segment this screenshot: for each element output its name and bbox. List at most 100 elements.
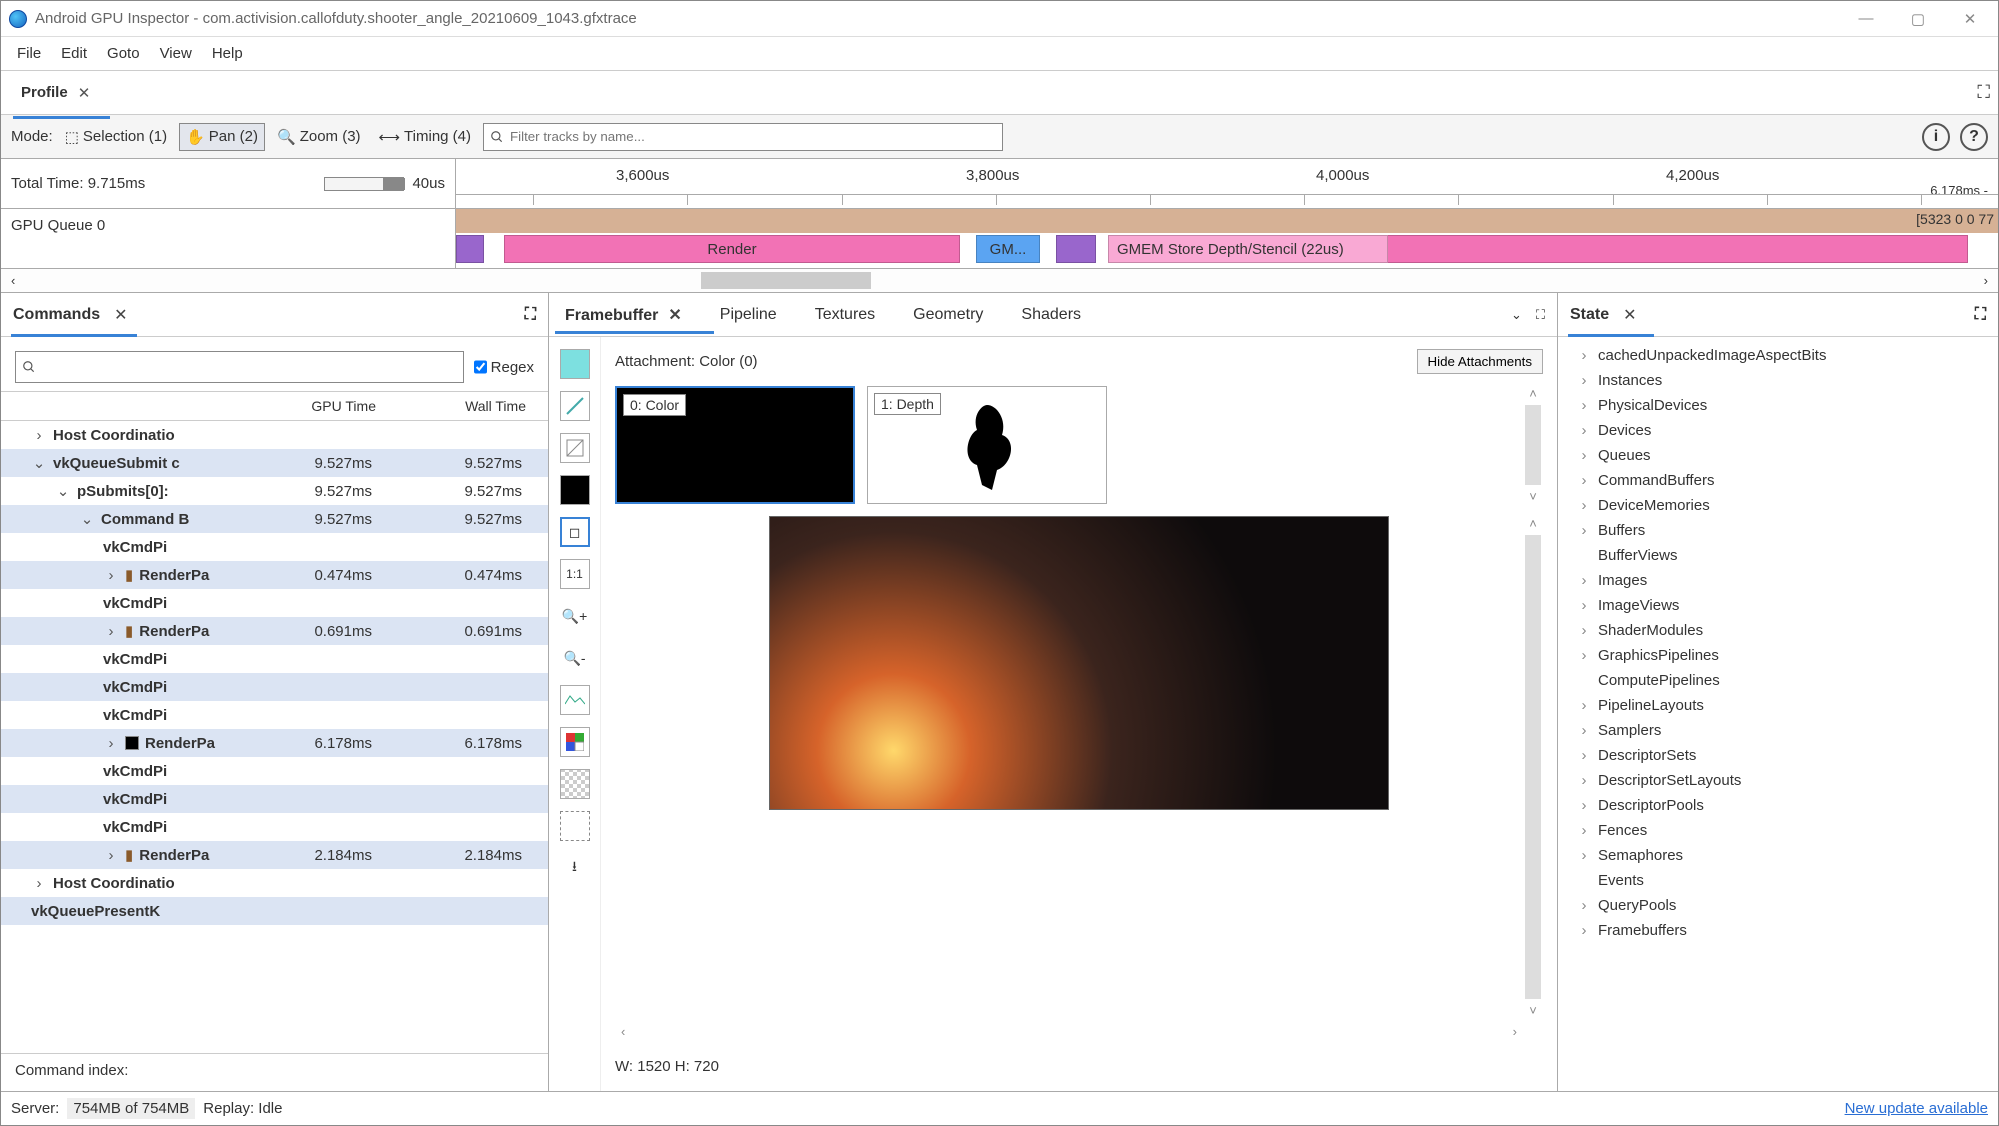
chevron-icon[interactable]: › bbox=[103, 623, 119, 640]
block-store[interactable]: GMEM Store Depth/Stencil (22us) bbox=[1108, 235, 1388, 263]
table-row[interactable]: ›▮RenderPa0.474ms0.474ms bbox=[1, 561, 548, 589]
mode-pan[interactable]: ✋Pan (2) bbox=[179, 123, 265, 151]
tool-black-icon[interactable] bbox=[560, 475, 590, 505]
help-icon[interactable]: ? bbox=[1960, 123, 1988, 151]
block-gm[interactable]: GM... bbox=[976, 235, 1040, 263]
mode-selection[interactable]: ⬚Selection (1) bbox=[59, 124, 173, 150]
commands-search-input[interactable] bbox=[15, 351, 464, 383]
fullscreen-icon[interactable]: ⛶ bbox=[1977, 82, 1990, 103]
commands-tree[interactable]: ›Host Coordinatio ⌄vkQueueSubmit c9.527ms… bbox=[1, 421, 548, 925]
state-item[interactable]: BufferViews bbox=[1564, 543, 1990, 568]
tab-shaders[interactable]: Shaders bbox=[1017, 298, 1085, 332]
mode-timing[interactable]: ⟷Timing (4) bbox=[373, 124, 477, 150]
table-row[interactable]: vkQueuePresentK bbox=[1, 897, 548, 925]
block-render[interactable]: Render bbox=[504, 235, 960, 263]
table-row[interactable]: vkCmdPi bbox=[1, 533, 548, 561]
menu-goto[interactable]: Goto bbox=[97, 41, 150, 66]
mode-zoom[interactable]: 🔍Zoom (3) bbox=[271, 124, 367, 150]
tab-profile[interactable]: Profile ✕ bbox=[9, 76, 102, 110]
update-available-link[interactable]: New update available bbox=[1845, 1100, 1988, 1117]
tool-zoom-out-icon[interactable]: 🔍- bbox=[560, 643, 590, 673]
chevron-icon[interactable]: ⌄ bbox=[55, 482, 71, 500]
table-row[interactable]: vkCmdPi bbox=[1, 645, 548, 673]
thumbs-v-scrollbar[interactable]: ˄˅ bbox=[1523, 386, 1543, 504]
state-item[interactable]: ›cachedUnpackedImageAspectBits bbox=[1564, 343, 1990, 368]
tab-geometry[interactable]: Geometry bbox=[909, 298, 987, 332]
state-item[interactable]: ›Buffers bbox=[1564, 518, 1990, 543]
table-row[interactable]: vkCmdPi bbox=[1, 673, 548, 701]
chevron-down-icon[interactable]: ⌄ bbox=[1511, 307, 1522, 323]
state-item[interactable]: ›GraphicsPipelines bbox=[1564, 643, 1990, 668]
table-row[interactable]: ⌄vkQueueSubmit c9.527ms9.527ms bbox=[1, 449, 548, 477]
tool-diag-icon[interactable] bbox=[560, 391, 590, 421]
tool-overlay-icon[interactable] bbox=[560, 433, 590, 463]
table-row[interactable]: ›Host Coordinatio bbox=[1, 869, 548, 897]
regex-checkbox[interactable]: Regex bbox=[474, 351, 534, 383]
table-row[interactable]: vkCmdPi bbox=[1, 813, 548, 841]
chevron-icon[interactable]: ⌄ bbox=[79, 510, 95, 528]
state-item[interactable]: ›Framebuffers bbox=[1564, 918, 1990, 943]
state-item[interactable]: ›ShaderModules bbox=[1564, 618, 1990, 643]
state-item[interactable]: ›PipelineLayouts bbox=[1564, 693, 1990, 718]
maximize-icon[interactable]: ▢ bbox=[1906, 7, 1930, 31]
framebuffer-preview[interactable]: ˄˅ ‹› bbox=[615, 516, 1543, 1042]
thumb-color[interactable]: 0: Color bbox=[615, 386, 855, 504]
chevron-icon[interactable]: › bbox=[31, 875, 47, 892]
minimize-icon[interactable]: — bbox=[1854, 7, 1878, 31]
filter-tracks-input[interactable] bbox=[483, 123, 1003, 151]
tab-pipeline[interactable]: Pipeline bbox=[716, 298, 781, 332]
minimap[interactable] bbox=[324, 177, 404, 191]
state-item[interactable]: ›Images bbox=[1564, 568, 1990, 593]
state-item[interactable]: ›Semaphores bbox=[1564, 843, 1990, 868]
state-item[interactable]: Events bbox=[1564, 868, 1990, 893]
menu-help[interactable]: Help bbox=[202, 41, 253, 66]
table-row[interactable]: vkCmdPi bbox=[1, 757, 548, 785]
state-item[interactable]: ›Queues bbox=[1564, 443, 1990, 468]
tool-zoom-in-icon[interactable]: 🔍+ bbox=[560, 601, 590, 631]
timeline-h-scrollbar[interactable]: ‹ › bbox=[1, 269, 1998, 293]
preview-h-scrollbar[interactable]: ‹› bbox=[615, 1020, 1523, 1042]
state-item[interactable]: ›DescriptorSetLayouts bbox=[1564, 768, 1990, 793]
tool-histogram-icon[interactable] bbox=[560, 685, 590, 715]
table-row[interactable]: vkCmdPi bbox=[1, 785, 548, 813]
tool-fit-icon[interactable]: ◻ bbox=[560, 517, 590, 547]
tool-channels-icon[interactable] bbox=[560, 727, 590, 757]
tab-framebuffer[interactable]: Framebuffer✕ bbox=[561, 297, 686, 333]
state-item[interactable]: ›DescriptorSets bbox=[1564, 743, 1990, 768]
block-purple[interactable] bbox=[456, 235, 484, 263]
table-row[interactable]: vkCmdPi bbox=[1, 701, 548, 729]
timeline-ticks[interactable]: 3,600us 3,800us 4,000us 4,200us 6.178ms … bbox=[456, 159, 1998, 208]
table-row[interactable]: ⌄pSubmits[0]:9.527ms9.527ms bbox=[1, 477, 548, 505]
chevron-icon[interactable]: › bbox=[103, 735, 119, 752]
state-item[interactable]: ›CommandBuffers bbox=[1564, 468, 1990, 493]
preview-v-scrollbar[interactable]: ˄˅ bbox=[1523, 516, 1543, 1018]
state-close-icon[interactable]: ✕ bbox=[1623, 305, 1636, 325]
state-item[interactable]: ›Samplers bbox=[1564, 718, 1990, 743]
state-item[interactable]: ›QueryPools bbox=[1564, 893, 1990, 918]
close-icon[interactable]: ✕ bbox=[1958, 7, 1982, 31]
tool-save-icon[interactable]: ⭳ bbox=[560, 853, 590, 883]
state-item[interactable]: ›Fences bbox=[1564, 818, 1990, 843]
track-canvas[interactable]: [5323 0 0 77 Render GM... GMEM Store Dep… bbox=[456, 209, 1998, 268]
fb-expand-icon[interactable]: ⛶ bbox=[1536, 307, 1545, 323]
chevron-icon[interactable]: › bbox=[31, 427, 47, 444]
table-row[interactable]: ›▮RenderPa0.691ms0.691ms bbox=[1, 617, 548, 645]
chevron-icon[interactable]: ⌄ bbox=[31, 454, 47, 472]
state-item[interactable]: ›ImageViews bbox=[1564, 593, 1990, 618]
tool-checker-icon[interactable] bbox=[560, 769, 590, 799]
tool-color-icon[interactable] bbox=[560, 349, 590, 379]
state-expand-icon[interactable]: ⛶ bbox=[1975, 306, 1986, 324]
menu-file[interactable]: File bbox=[7, 41, 51, 66]
commands-expand-icon[interactable]: ⛶ bbox=[525, 306, 536, 324]
state-item[interactable]: ›Devices bbox=[1564, 418, 1990, 443]
table-row[interactable]: ›▮RenderPa2.184ms2.184ms bbox=[1, 841, 548, 869]
state-item[interactable]: ›PhysicalDevices bbox=[1564, 393, 1990, 418]
block-purple-2[interactable] bbox=[1056, 235, 1096, 263]
chevron-icon[interactable]: › bbox=[103, 567, 119, 584]
thumb-depth[interactable]: 1: Depth bbox=[867, 386, 1107, 504]
tab-close-icon[interactable]: ✕ bbox=[78, 84, 91, 102]
fb-close-icon[interactable]: ✕ bbox=[668, 307, 681, 324]
scroll-left-icon[interactable]: ‹ bbox=[11, 273, 15, 288]
state-item[interactable]: ›DeviceMemories bbox=[1564, 493, 1990, 518]
table-row[interactable]: ›RenderPa6.178ms6.178ms bbox=[1, 729, 548, 757]
